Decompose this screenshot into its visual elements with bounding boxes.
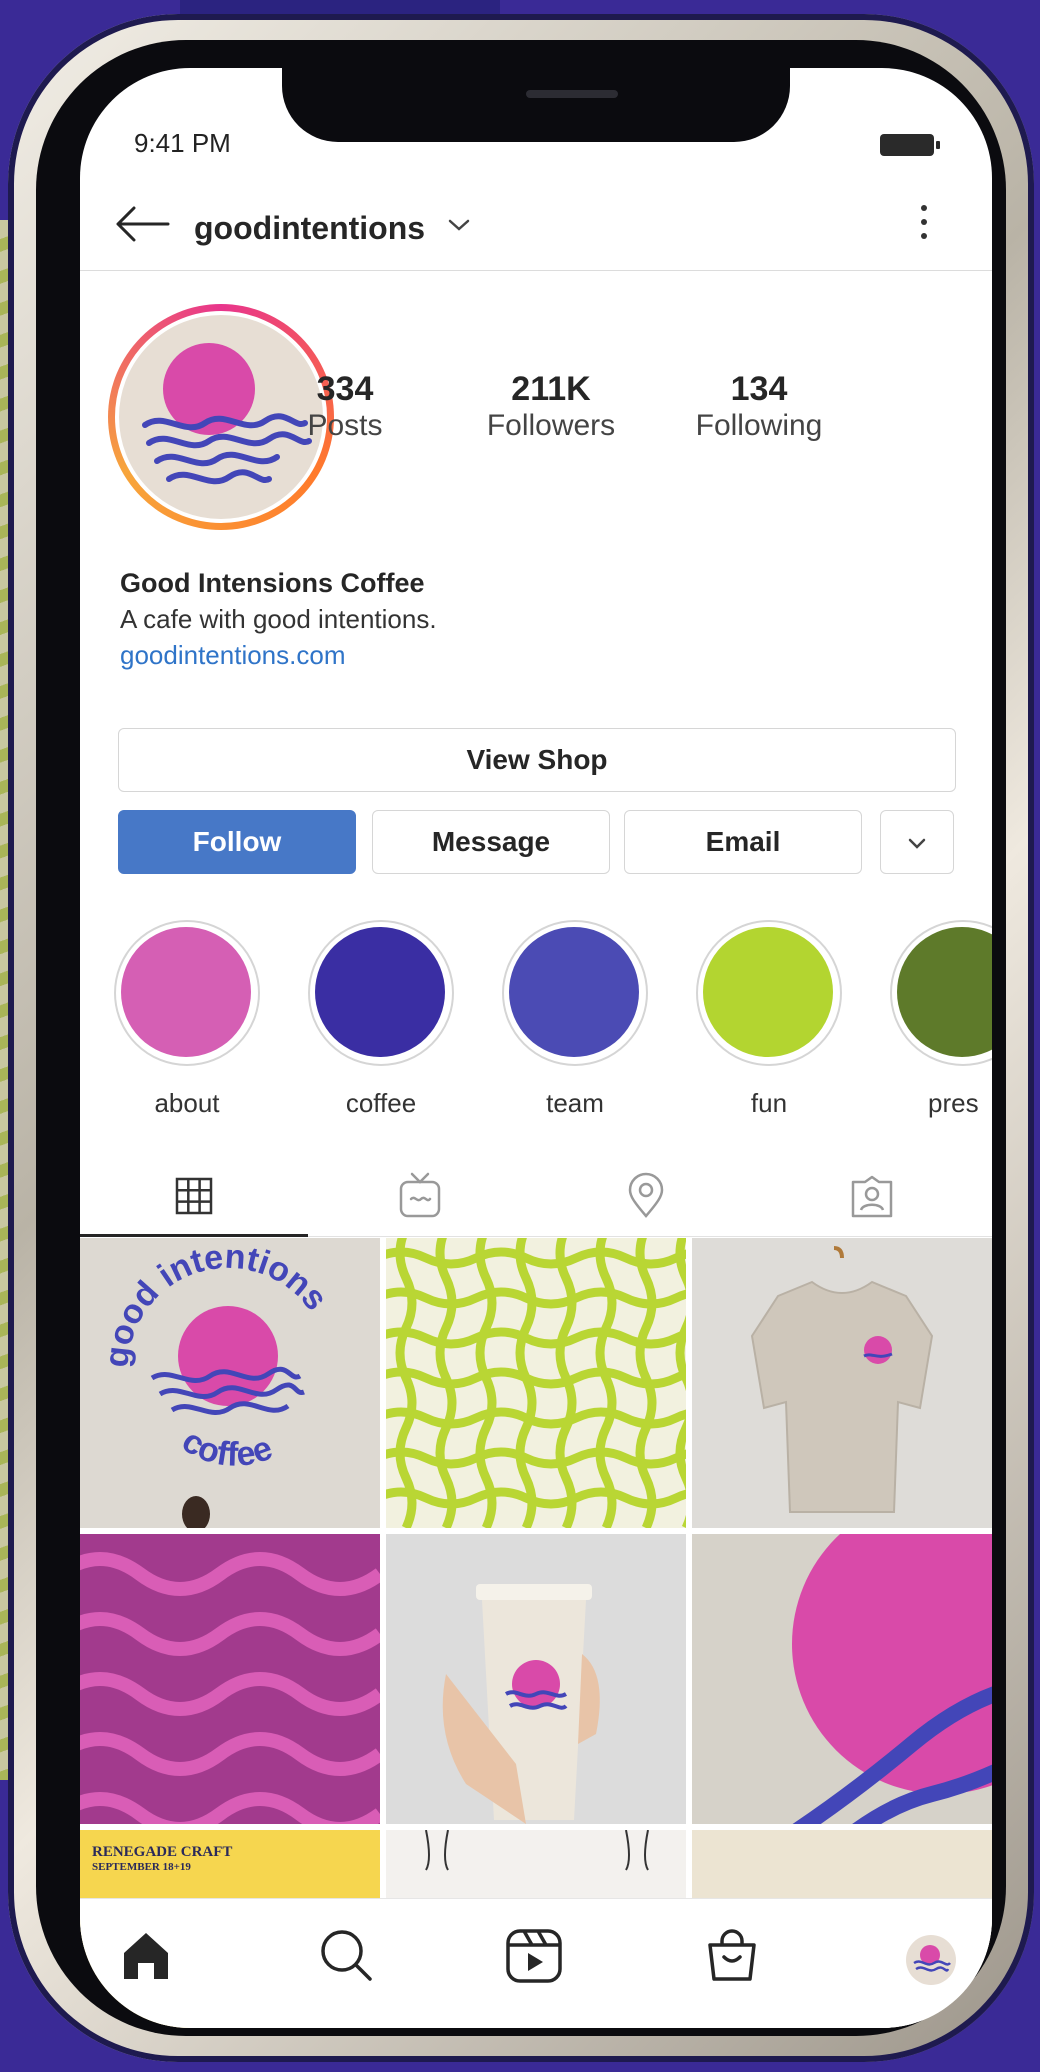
stat-followers-label: Followers (486, 409, 616, 442)
post-tshirt[interactable] (692, 1238, 992, 1528)
highlight-press[interactable]: pres (888, 920, 992, 1119)
location-icon[interactable] (616, 1168, 676, 1224)
highlight-label: coffee (345, 1088, 417, 1118)
stat-following-value: 134 (730, 370, 788, 408)
stat-posts-value: 334 (316, 370, 374, 408)
shop-icon[interactable] (702, 1925, 772, 1995)
status-time: 9:41 PM (134, 128, 231, 158)
stat-following[interactable]: 134 Following (674, 370, 844, 444)
igtv-icon[interactable] (390, 1168, 450, 1224)
profile-link[interactable]: goodintentions.com (120, 640, 345, 671)
profile-avatar-nav[interactable] (906, 1935, 956, 1985)
follow-button[interactable]: Follow (118, 810, 356, 874)
posts-grid: good intentions coffee RENEGADE CRAFT SE… (80, 1238, 992, 2028)
chevron-down-icon (908, 838, 926, 849)
highlight-cover (315, 927, 445, 1057)
highlight-coffee[interactable]: coffee (306, 920, 456, 1119)
bottom-nav (80, 1898, 992, 2028)
stat-followers-value: 211K (511, 370, 591, 408)
suggested-accounts-button[interactable] (880, 810, 954, 874)
highlight-fun[interactable]: fun (694, 920, 844, 1119)
post-coffee-cup[interactable] (386, 1534, 686, 1824)
highlight-label: team (546, 1088, 604, 1118)
post-pattern-lime[interactable] (386, 1238, 686, 1528)
active-tab-indicator (80, 1234, 308, 1237)
highlight-label: fun (750, 1088, 788, 1118)
post-logo-text-bottom: coffee (175, 1422, 277, 1474)
stat-following-label: Following (695, 409, 823, 442)
post-waves-pink[interactable] (80, 1534, 380, 1824)
profile-header: goodintentions (80, 188, 992, 271)
highlight-cover (703, 927, 833, 1057)
email-button[interactable]: Email (624, 810, 862, 874)
post-sun-abstract[interactable] (692, 1534, 992, 1824)
phone-screen: 9:41 PM goodintentions 334 Posts 211K Fo (80, 68, 992, 2028)
message-button[interactable]: Message (372, 810, 610, 874)
highlight-cover (509, 927, 639, 1057)
post-event-title: RENEGADE CRAFT (92, 1844, 233, 1860)
stat-posts[interactable]: 334 Posts (260, 370, 430, 444)
home-icon[interactable] (116, 1925, 186, 1995)
more-options-icon[interactable] (912, 200, 936, 252)
tagged-icon[interactable] (842, 1168, 902, 1224)
view-shop-button[interactable]: View Shop (118, 728, 956, 792)
highlight-cover (897, 927, 992, 1057)
post-event-date: SEPTEMBER 18+19 (92, 1861, 191, 1873)
profile-tabs (80, 1158, 992, 1237)
highlight-cover (121, 927, 251, 1057)
search-icon[interactable] (316, 1925, 386, 1995)
battery-icon (880, 134, 940, 156)
profile-name: Good Intensions Coffee (120, 568, 425, 598)
highlight-label: pres (928, 1088, 979, 1118)
highlight-label: about (154, 1088, 220, 1118)
highlight-team[interactable]: team (500, 920, 650, 1119)
post-logo[interactable]: good intentions coffee (80, 1238, 380, 1528)
back-arrow-icon[interactable] (114, 204, 170, 244)
reels-icon[interactable] (504, 1925, 574, 1995)
chevron-down-icon[interactable] (444, 210, 474, 240)
profile-bio: A cafe with good intentions. (120, 604, 437, 634)
stat-posts-label: Posts (307, 409, 383, 442)
highlight-about[interactable]: about (112, 920, 262, 1119)
svg-text:coffee: coffee (175, 1422, 277, 1474)
speaker (526, 90, 618, 98)
status-bar: 9:41 PM (80, 128, 992, 168)
username[interactable]: goodintentions (194, 210, 425, 247)
stat-followers[interactable]: 211K Followers (466, 370, 636, 444)
grid-icon[interactable] (164, 1168, 224, 1224)
